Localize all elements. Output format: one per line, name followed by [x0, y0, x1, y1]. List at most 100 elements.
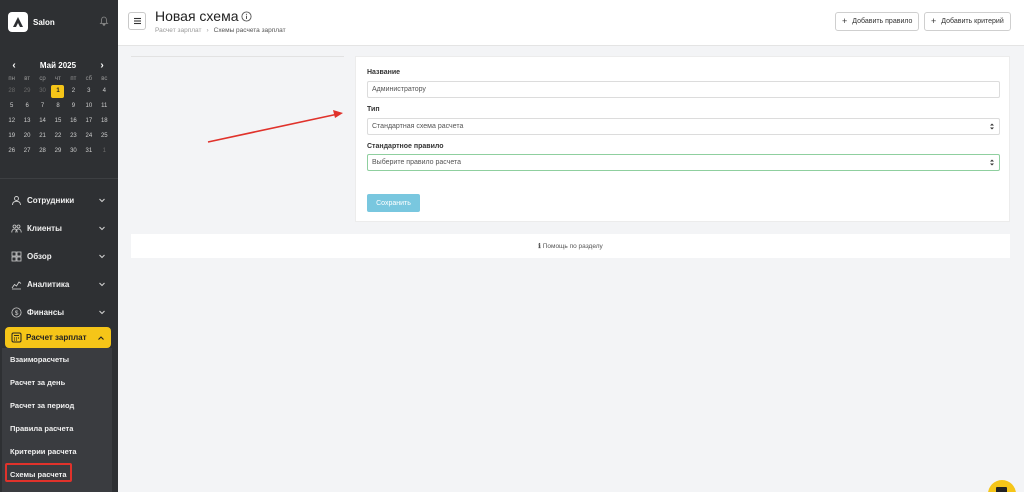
calendar-day-number: 15	[54, 118, 62, 124]
calendar-day-number: 7	[40, 103, 45, 109]
page-title: Новая схема	[155, 8, 239, 24]
breadcrumb: Расчет зарплат › Схемы расчета зарплат	[155, 27, 286, 34]
page-header: Новая схема Расчет зарплат › Схемы расче…	[118, 0, 1024, 46]
calendar-day[interactable]: 7	[35, 99, 50, 114]
sidebar-item-user[interactable]: Сотрудники	[0, 186, 118, 214]
rule-select[interactable]: Выберите правило расчета	[367, 154, 1000, 171]
select-arrows-icon	[990, 123, 994, 130]
sidebar-item-payroll[interactable]: Расчет зарплат	[5, 327, 111, 348]
sidebar-item-grid[interactable]: Обзор	[0, 242, 118, 270]
calendar-day[interactable]: 10	[81, 99, 96, 114]
calendar-day[interactable]: 4	[97, 84, 112, 99]
calendar-day[interactable]: 29	[50, 144, 65, 159]
calendar-day[interactable]: 21	[35, 129, 50, 144]
calendar-day[interactable]: 25	[97, 129, 112, 144]
submenu-item[interactable]: Критерии расчета	[2, 440, 112, 463]
breadcrumb-parent[interactable]: Расчет зарплат	[155, 27, 201, 34]
menu-toggle-button[interactable]	[128, 12, 146, 30]
chevron-down-icon	[99, 310, 105, 315]
calendar-day-number: 8	[56, 103, 60, 109]
sidebar-item-dollar[interactable]: $ Финансы	[0, 298, 118, 326]
sidebar-item-label: Обзор	[27, 251, 52, 261]
calendar-day[interactable]: 8	[50, 99, 65, 114]
calendar-day[interactable]: 5	[4, 99, 19, 114]
calendar-grid: пн вт ср чт пт сб вс 28 29 30 1 2 3 4 5 6 7 8 9 10 11 12 13 14 1…	[4, 74, 112, 159]
calendar-day-number: 19	[8, 133, 16, 139]
calendar-day-number: 23	[70, 133, 77, 139]
calendar-day[interactable]: 26	[4, 144, 19, 159]
calendar-day[interactable]: 13	[19, 114, 34, 129]
add-criterion-label: Добавить критерий	[941, 18, 1004, 25]
calendar-day-today[interactable]: 1	[50, 84, 65, 99]
prev-month-icon[interactable]: ‹	[9, 60, 19, 71]
calendar-day[interactable]: 30	[35, 84, 50, 99]
calendar-day[interactable]: 18	[97, 114, 112, 129]
type-select[interactable]: Стандартная схема расчета	[367, 118, 1000, 135]
calendar-day[interactable]: 11	[97, 99, 112, 114]
calendar-day-number: 28	[8, 88, 16, 94]
help-link[interactable]: ℹ Помощь по разделу	[131, 234, 1010, 258]
calendar-day[interactable]: 14	[35, 114, 50, 129]
calendar-day[interactable]: 31	[81, 144, 96, 159]
chevron-down-icon	[99, 254, 105, 259]
add-criterion-button[interactable]: + Добавить критерий	[924, 12, 1011, 31]
mini-calendar: ‹ Май 2025 › пн вт ср чт пт сб вс 28 29 30 1 2 3 4 5 6 7…	[4, 58, 112, 159]
calendar-day[interactable]: 22	[50, 129, 65, 144]
calendar-day[interactable]: 2	[66, 84, 81, 99]
calendar-day[interactable]: 29	[19, 84, 34, 99]
calendar-day[interactable]: 3	[81, 84, 96, 99]
calendar-day[interactable]: 23	[66, 129, 81, 144]
calendar-day-number: 24	[85, 133, 93, 139]
add-rule-label: Добавить правило	[852, 18, 913, 25]
weekday-label: чт	[55, 76, 61, 82]
calendar-day[interactable]: 17	[81, 114, 96, 129]
calendar-day[interactable]: 15	[50, 114, 65, 129]
type-label: Тип	[367, 106, 380, 113]
calendar-day[interactable]: 20	[19, 129, 34, 144]
grid-icon	[11, 251, 22, 261]
calendar-day[interactable]: 9	[66, 99, 81, 114]
calendar-day[interactable]: 12	[4, 114, 19, 129]
name-input[interactable]: Администратору	[367, 81, 1000, 98]
calendar-day-number: 26	[8, 148, 16, 154]
calendar-day[interactable]: 30	[66, 144, 81, 159]
breadcrumb-separator-icon: ›	[206, 27, 209, 34]
logo-icon	[8, 12, 28, 32]
select-arrows-icon	[990, 159, 994, 166]
annotation-arrow-icon	[207, 110, 343, 143]
calendar-day[interactable]: 6	[19, 99, 34, 114]
users-icon	[11, 224, 22, 233]
sidebar-item-users[interactable]: Клиенты	[0, 214, 118, 242]
svg-text:$: $	[15, 309, 19, 316]
calendar-day-number: 20	[23, 133, 31, 139]
weekday-label: вт	[24, 76, 31, 82]
submenu-item[interactable]: Правила расчета	[2, 417, 112, 440]
calendar-day[interactable]: 27	[19, 144, 34, 159]
calendar-day[interactable]: 28	[35, 144, 50, 159]
submenu-item[interactable]: Взаиморасчеты	[2, 348, 112, 371]
bell-icon[interactable]	[99, 16, 109, 26]
brand[interactable]: Salon	[8, 12, 55, 32]
calendar-day-number: 22	[54, 133, 62, 139]
calendar-day-number: 5	[10, 103, 14, 109]
calendar-day-number: 4	[102, 88, 106, 94]
weekday-label: сб	[85, 76, 93, 82]
calendar-day-number: 3	[87, 88, 91, 94]
info-icon[interactable]	[241, 11, 252, 22]
sidebar-item-label: Сотрудники	[27, 195, 75, 205]
calendar-day[interactable]: 1	[97, 144, 112, 159]
next-month-icon[interactable]: ›	[97, 60, 107, 71]
save-button[interactable]: Сохранить	[367, 194, 420, 212]
submenu-item[interactable]: Расчет за период	[2, 394, 112, 417]
submenu-item[interactable]: Расчет за день	[2, 371, 112, 394]
calendar-day[interactable]: 28	[4, 84, 19, 99]
calendar-day[interactable]: 24	[81, 129, 96, 144]
sidebar-item-chart[interactable]: Аналитика	[0, 270, 118, 298]
add-rule-button[interactable]: + Добавить правило	[835, 12, 920, 31]
hamburger-icon	[133, 17, 141, 25]
calendar-day[interactable]: 16	[66, 114, 81, 129]
calendar-day[interactable]: 19	[4, 129, 19, 144]
sidebar: Salon ‹ Май 2025 › пн вт ср чт пт сб вс 28 29 30 1…	[0, 0, 118, 492]
sidebar-divider	[0, 178, 118, 179]
plus-icon: +	[842, 16, 848, 26]
